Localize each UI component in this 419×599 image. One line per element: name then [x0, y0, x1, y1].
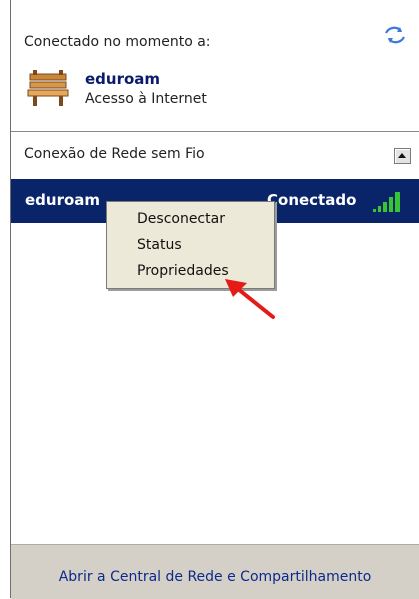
network-row-state: Conectado [267, 191, 357, 209]
network-row-name: eduroam [25, 191, 101, 209]
left-window-edge [0, 0, 11, 598]
network-flyout-panel: Conectado no momento a: eduroam Acesso à… [11, 0, 419, 599]
current-network-name: eduroam [85, 70, 161, 88]
refresh-icon[interactable] [383, 24, 407, 46]
connected-header: Conectado no momento a: [24, 34, 211, 50]
red-arrow-annotation [225, 279, 275, 319]
network-center-link[interactable]: Abrir a Central de Rede e Compartilhamen… [11, 569, 419, 585]
menu-item-disconnect[interactable]: Desconectar [137, 211, 225, 227]
menu-item-status[interactable]: Status [137, 237, 182, 253]
footer-bar: Abrir a Central de Rede e Compartilhamen… [11, 544, 419, 599]
divider [11, 131, 419, 132]
section-title: Conexão de Rede sem Fio [24, 146, 205, 162]
bench-network-icon [27, 70, 69, 106]
menu-item-properties[interactable]: Propriedades [137, 263, 229, 279]
current-network-status: Acesso à Internet [85, 91, 207, 107]
signal-strength-icon [373, 192, 400, 212]
collapse-icon[interactable] [394, 148, 411, 164]
